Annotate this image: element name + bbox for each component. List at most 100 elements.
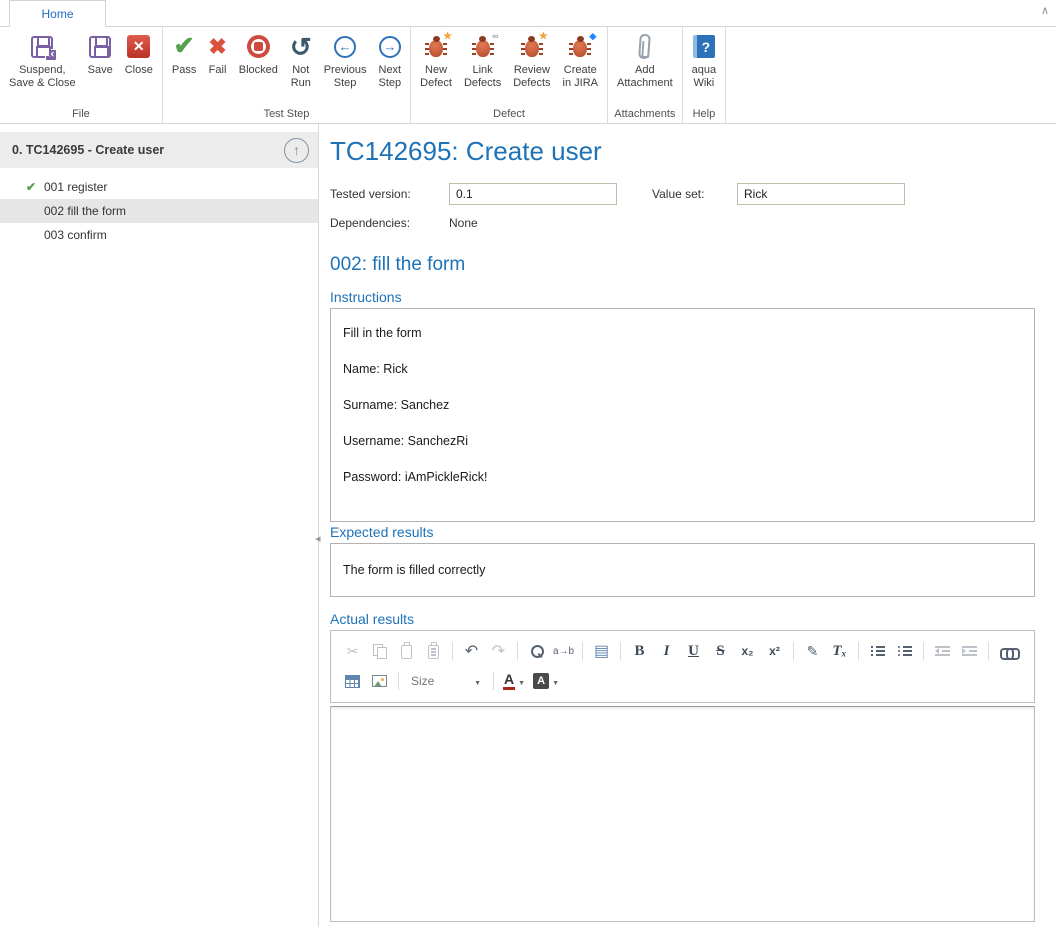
group-label-defect: Defect — [414, 107, 604, 123]
up-arrow-icon — [293, 142, 300, 158]
ordered-list-lines-icon — [871, 645, 885, 657]
italic-icon[interactable]: I — [653, 639, 680, 663]
text-color-button[interactable]: A — [499, 669, 529, 693]
bold-icon[interactable]: B — [626, 639, 653, 663]
cut-icon[interactable]: ✂ — [339, 639, 366, 663]
toolbar-separator — [923, 642, 924, 660]
bug-icon: ★ — [525, 40, 539, 57]
new-defect-bug-icon: ★ — [429, 31, 443, 62]
create-in-jira-button[interactable]: ◆ Create in JIRA — [557, 28, 604, 90]
save-button[interactable]: Save — [82, 28, 119, 77]
bulleted-list-lines-icon — [898, 645, 912, 657]
sparkle-badge-icon: ★ — [539, 32, 548, 42]
aqua-wiki-button[interactable]: aqua Wiki — [686, 28, 722, 90]
test-case-header: 0. TC142695 - Create user — [0, 132, 318, 168]
red-x-icon — [127, 35, 150, 58]
collapse-panel-icon[interactable] — [315, 532, 321, 545]
tested-version-label: Tested version: — [330, 187, 449, 201]
tested-version-input[interactable] — [449, 183, 617, 205]
button-label: Pass — [172, 64, 196, 77]
copy-formatting-icon[interactable]: ✎ — [799, 639, 826, 663]
step-item-001-register[interactable]: 001 register — [0, 175, 318, 199]
select-all-icon[interactable]: ▤ — [588, 639, 615, 663]
collapse-steps-button[interactable] — [284, 138, 309, 163]
next-step-button[interactable]: Next Step — [373, 28, 408, 90]
insert-image-icon[interactable] — [366, 669, 393, 693]
bulleted-list-icon[interactable] — [891, 639, 918, 663]
underline-icon[interactable]: U — [680, 639, 707, 663]
tab-home[interactable]: Home — [9, 0, 106, 27]
chain-link-icon — [1000, 648, 1016, 657]
previous-step-arrow-icon — [334, 31, 356, 62]
button-label: Save — [88, 64, 113, 77]
instruction-line: Fill in the form — [343, 315, 1022, 351]
copy-icon[interactable] — [366, 639, 393, 663]
previous-step-button[interactable]: Previous Step — [318, 28, 373, 90]
review-defects-button[interactable]: ★ Review Defects — [507, 28, 556, 90]
subscript-icon[interactable]: x₂ — [734, 639, 761, 663]
link-defects-button[interactable]: ∞ Link Defects — [458, 28, 507, 90]
window-body: 0. TC142695 - Create user 001 register 0… — [0, 124, 1056, 927]
numbered-list-icon[interactable] — [864, 639, 891, 663]
question-book-icon — [693, 35, 715, 58]
undo-icon[interactable]: ↶ — [458, 639, 485, 663]
superscript-icon[interactable]: x² — [761, 639, 788, 663]
actual-results-label: Actual results — [330, 611, 1035, 627]
chevron-down-icon — [552, 674, 559, 688]
redo-icon[interactable]: ↷ — [485, 639, 512, 663]
step-title: 002: fill the form — [330, 254, 1035, 276]
toolbar-separator — [398, 672, 399, 690]
bug-icon: ∞ — [476, 40, 490, 57]
editor-content[interactable] — [330, 706, 1035, 922]
value-set-input[interactable] — [737, 183, 905, 205]
suspend-save-close-button[interactable]: Suspend, Save & Close — [3, 28, 82, 90]
clipboard-icon — [401, 645, 412, 659]
add-attachment-button[interactable]: Add Attachment — [611, 28, 679, 90]
find-icon[interactable] — [523, 639, 550, 663]
insert-table-icon[interactable] — [339, 669, 366, 693]
step-item-003-confirm[interactable]: 003 confirm — [0, 223, 318, 247]
step-item-002-fill-the-form[interactable]: 002 fill the form — [0, 199, 318, 223]
paste-plain-text-icon[interactable] — [420, 639, 447, 663]
increase-indent-icon[interactable] — [956, 639, 983, 663]
blocked-button[interactable]: Blocked — [233, 28, 284, 77]
right-arrow-circle-icon — [379, 36, 401, 58]
fail-button[interactable]: Fail — [202, 28, 232, 77]
ribbon-group-defect: ★ New Defect ∞ Link Defects ★ Review Def… — [411, 27, 608, 123]
table-grid-icon — [345, 675, 360, 688]
replace-icon[interactable]: a→b — [550, 639, 577, 663]
test-case-title: 0. TC142695 - Create user — [12, 143, 284, 157]
not-run-button[interactable]: Not Run — [284, 28, 318, 90]
remove-format-icon[interactable]: Tₓ — [826, 639, 853, 663]
toolbar-separator — [793, 642, 794, 660]
strikethrough-icon[interactable]: S — [707, 639, 734, 663]
toolbar-separator — [452, 642, 453, 660]
group-label-file: File — [3, 107, 159, 123]
dependencies-row: Dependencies: None — [330, 216, 1035, 230]
suspend-x-badge-icon — [45, 49, 57, 61]
ribbon: Suspend, Save & Close Save Close File Pa… — [0, 27, 1056, 124]
floppy-disk-icon — [31, 36, 53, 58]
link-icon[interactable] — [994, 639, 1021, 663]
new-defect-button[interactable]: ★ New Defect — [414, 28, 458, 90]
group-buttons-help: aqua Wiki — [686, 28, 722, 107]
group-label-help: Help — [686, 107, 722, 123]
font-size-dropdown-label: Size — [411, 674, 434, 688]
button-label: aqua Wiki — [692, 64, 716, 90]
decrease-indent-icon[interactable] — [929, 639, 956, 663]
paperclip-icon — [639, 31, 650, 62]
group-buttons-test-step: Pass Fail Blocked Not Run Previous Step … — [166, 28, 407, 107]
pass-button[interactable]: Pass — [166, 28, 202, 77]
paperclip-shape-icon — [638, 34, 651, 60]
font-size-dropdown[interactable]: Size — [406, 670, 486, 692]
background-color-a-icon: A — [533, 673, 549, 689]
button-label: Blocked — [239, 64, 278, 77]
close-button[interactable]: Close — [119, 28, 159, 77]
button-label: Previous Step — [324, 64, 367, 90]
background-color-button[interactable]: A — [529, 669, 563, 693]
outdent-lines-icon — [935, 645, 950, 657]
instruction-line: Surname: Sanchez — [343, 387, 1022, 423]
toolbar-separator — [858, 642, 859, 660]
paste-icon[interactable] — [393, 639, 420, 663]
ribbon-collapse-icon[interactable] — [1041, 4, 1049, 17]
